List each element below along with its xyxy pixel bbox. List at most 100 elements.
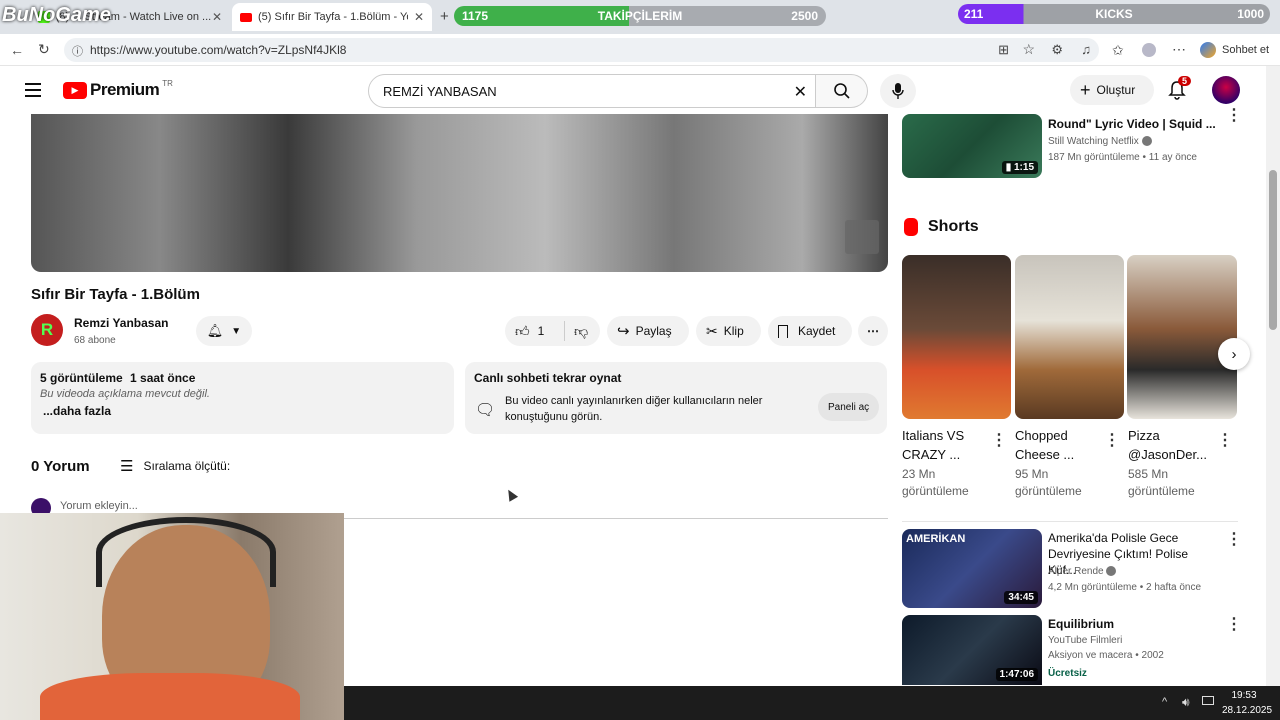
search-icon — [833, 83, 850, 99]
tab-youtube[interactable]: (5) Sıfır Bir Tayfa - 1.Bölüm - YouTu...… — [232, 3, 432, 31]
profile-avatar-icon[interactable] — [1142, 43, 1156, 57]
scrollbar[interactable] — [1266, 66, 1280, 686]
video-thumbnail-1[interactable]: AMERİKAN 34:45 — [902, 529, 1042, 608]
more-options-icon[interactable]: ⋮ — [1217, 433, 1233, 449]
bell-icon: 🔔︎ — [206, 323, 224, 338]
more-options-icon[interactable]: ⋮ — [991, 433, 1007, 449]
chevron-down-icon: ▼ — [231, 325, 242, 337]
short-thumbnail-3[interactable] — [1127, 255, 1237, 419]
open-panel-button[interactable]: Paneli aç — [818, 393, 880, 421]
bookmark-icon — [778, 324, 788, 338]
volume-icon[interactable]: 🔊︎ — [1182, 695, 1190, 710]
subscribe-bell-button[interactable]: 🔔︎ ▼ — [196, 316, 252, 346]
dislike-button[interactable]: 👎︎ — [565, 323, 588, 340]
video-meta-1: 4,2 Mn görüntüleme • 2 hafta önce — [1048, 582, 1202, 593]
short-title-1[interactable]: Italians VS CRAZY ... — [902, 426, 988, 464]
video-channel-1: Alper Rende — [1048, 565, 1117, 579]
copilot-icon — [1200, 42, 1216, 58]
logo-region: TR — [162, 78, 173, 88]
clock-time: 19:53 — [1231, 690, 1257, 701]
webcam-shirt — [40, 673, 300, 720]
video-player[interactable] — [31, 114, 888, 272]
verified-icon — [1106, 566, 1117, 577]
share-button[interactable]: ↪ Paylaş — [607, 316, 689, 346]
video-thumbnail-2[interactable]: 1:47:06 — [902, 615, 1042, 685]
favorites-icon[interactable]: ✩ — [1112, 42, 1124, 59]
chat-replay-title: Canlı sohbeti tekrar oynat — [474, 371, 622, 385]
scissors-icon: ✂ — [706, 322, 718, 339]
copilot-button[interactable]: Sohbet et — [1200, 40, 1269, 60]
sort-button[interactable]: ☰ Sıralama ölçütü: — [120, 457, 230, 475]
chevron-right-icon: › — [1231, 345, 1237, 363]
tab-label: (5) Sıfır Bir Tayfa - 1.Bölüm - YouTu... — [258, 11, 408, 23]
sidebar-divider — [902, 521, 1238, 522]
comment-count: 0 Yorum — [31, 458, 90, 475]
scrollbar-thumb[interactable] — [1269, 170, 1277, 330]
top-video-meta: 187 Mn görüntüleme • 11 ay önce — [1048, 152, 1197, 163]
network-icon[interactable] — [1202, 696, 1214, 705]
sort-icon: ☰ — [120, 458, 134, 475]
more-actions-icon[interactable]: ⋯ — [858, 316, 888, 346]
logo-text: Premium — [90, 80, 160, 99]
short-thumbnail-2[interactable] — [1015, 255, 1124, 419]
copilot-label: Sohbet et — [1222, 44, 1270, 56]
top-video-thumbnail[interactable]: ▮ 1:15 — [902, 114, 1042, 178]
share-label: Paylaş — [635, 324, 672, 338]
more-options-icon[interactable]: ⋮ — [1226, 108, 1242, 124]
video-title-2[interactable]: Equilibrium — [1048, 616, 1114, 632]
star-icon[interactable]: ☆ — [1022, 41, 1035, 58]
channel-name[interactable]: Remzi Yanbasan — [74, 316, 169, 330]
description-box[interactable]: 5 görüntüleme 1 saat önce Bu videoda açı… — [31, 362, 454, 434]
shorts-logo-icon — [904, 218, 918, 236]
view-count: 5 görüntüleme — [40, 371, 123, 385]
comment-input[interactable]: Yorum ekleyin... — [60, 500, 138, 512]
url-field[interactable]: ⓘ https://www.youtube.com/watch?v=ZLpsNf… — [64, 38, 1099, 62]
channel-name: Alper Rende — [1048, 566, 1104, 577]
youtube-logo[interactable]: ▶ Premium TR — [63, 78, 173, 100]
install-icon[interactable]: ⊞ — [998, 42, 1009, 58]
new-tab-icon[interactable]: + — [440, 8, 449, 25]
more-options-icon[interactable]: ⋮ — [1104, 433, 1120, 449]
short-views-3: 585 Mn görüntüleme — [1128, 467, 1195, 498]
channel-avatar[interactable]: R — [31, 314, 63, 346]
media-icon[interactable]: ♫ — [1081, 42, 1091, 57]
back-icon[interactable]: ← — [10, 42, 24, 58]
search-input[interactable]: REMZİ YANBASAN ✕ — [368, 74, 816, 108]
shorts-label: Shorts — [928, 218, 979, 235]
url-text: https://www.youtube.com/watch?v=ZLpsNf4J… — [90, 43, 347, 57]
short-title-2[interactable]: Chopped Cheese ... — [1015, 426, 1101, 464]
top-video-channel: Still Watching Netflix — [1048, 135, 1152, 149]
save-button[interactable]: Kaydet — [768, 316, 852, 346]
more-menu-icon[interactable]: ⋯ — [1172, 41, 1186, 58]
headphones-icon — [96, 517, 276, 587]
clip-label: Klip — [723, 324, 744, 338]
short-views-1: 23 Mn görüntüleme — [902, 467, 969, 498]
account-avatar[interactable] — [1212, 76, 1240, 104]
show-more-link[interactable]: ...daha fazla — [43, 404, 111, 418]
kicks-goal: 1000 — [1237, 7, 1264, 21]
close-icon[interactable]: ✕ — [212, 10, 222, 24]
reload-icon[interactable]: ↻ — [38, 41, 50, 58]
notification-badge: 5 — [1178, 76, 1192, 86]
clip-button[interactable]: ✂ Klip — [696, 316, 761, 346]
menu-icon[interactable] — [25, 83, 41, 97]
site-info-icon[interactable]: ⓘ — [72, 43, 83, 59]
notifications-button[interactable]: 5 — [1168, 76, 1192, 105]
video-title: Sıfır Bir Tayfa - 1.Bölüm — [31, 286, 200, 303]
like-dislike-group: 👍︎ 1 👎︎ — [505, 316, 600, 346]
short-thumbnail-1[interactable] — [902, 255, 1011, 419]
close-icon[interactable]: ✕ — [414, 10, 424, 24]
more-options-icon[interactable]: ⋮ — [1226, 617, 1242, 633]
description-stats: 5 görüntüleme 1 saat önce — [40, 371, 195, 385]
search-button[interactable] — [816, 74, 868, 108]
extensions-icon[interactable]: ⚙ — [1051, 42, 1063, 58]
shorts-next-button[interactable]: › — [1218, 338, 1250, 370]
clear-search-icon[interactable]: ✕ — [794, 82, 807, 102]
short-title-3[interactable]: Pizza @JasonDer... — [1128, 426, 1214, 464]
more-options-icon[interactable]: ⋮ — [1226, 532, 1242, 548]
like-button[interactable]: 👍︎ 1 — [505, 321, 565, 341]
tray-chevron-icon[interactable]: ^ — [1162, 696, 1167, 708]
create-button[interactable]: + Oluştur — [1070, 75, 1154, 105]
top-video-title[interactable]: Round" Lyric Video | Squid ... — [1048, 116, 1228, 132]
voice-search-button[interactable] — [880, 74, 916, 108]
